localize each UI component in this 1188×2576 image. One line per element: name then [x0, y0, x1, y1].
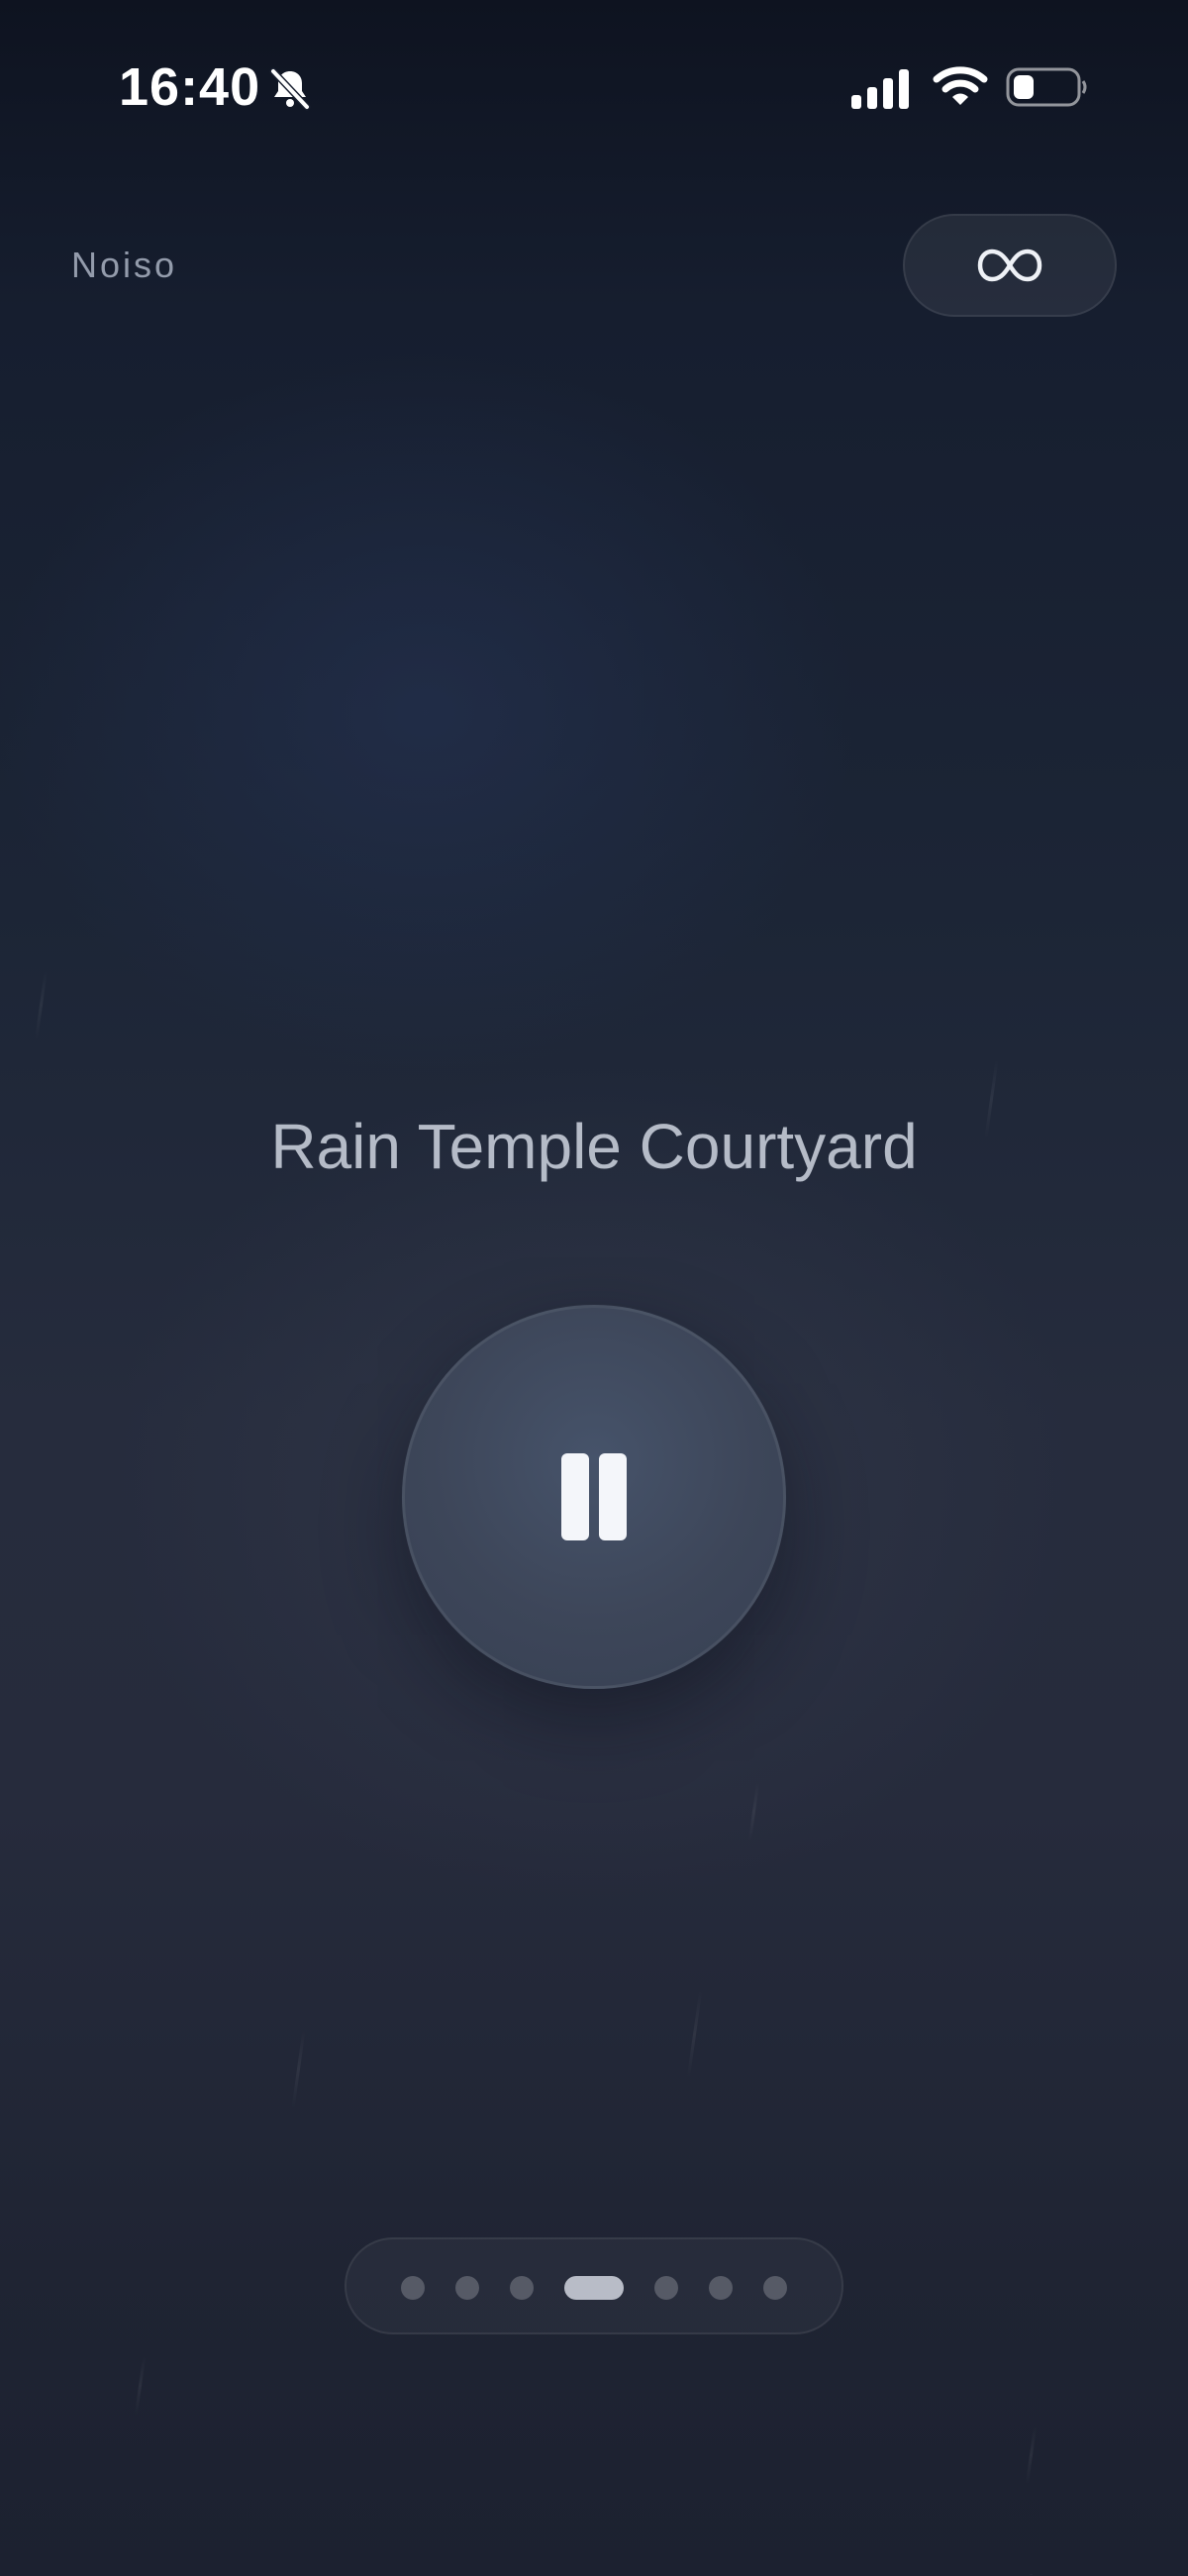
page-dot[interactable] — [654, 2276, 678, 2300]
page-dot[interactable] — [709, 2276, 733, 2300]
rain-streak — [1025, 2426, 1038, 2485]
play-pause-button[interactable] — [402, 1305, 786, 1689]
loop-button[interactable] — [903, 214, 1117, 317]
track-title: Rain Temple Courtyard — [270, 1111, 918, 1182]
page-dot[interactable] — [455, 2276, 479, 2300]
status-time: 16:40 — [119, 57, 261, 117]
bell-slash-icon — [269, 67, 311, 111]
pause-icon — [561, 1453, 627, 1540]
infinity-icon — [977, 248, 1042, 282]
rain-streak — [35, 970, 48, 1040]
battery-low-icon — [1006, 67, 1087, 107]
wifi-icon — [933, 66, 988, 105]
app-title: Noiso — [71, 245, 178, 285]
rain-streak — [747, 1782, 760, 1841]
page-dot[interactable] — [763, 2276, 787, 2300]
rain-streak — [686, 1990, 703, 2079]
status-bar: 16:40 — [0, 0, 1188, 178]
rain-streak — [1029, 2573, 1034, 2576]
rain-streak — [134, 2356, 147, 2416]
page-indicator — [345, 2237, 843, 2334]
page-dot-active[interactable] — [564, 2276, 624, 2300]
page-dot[interactable] — [401, 2276, 425, 2300]
rain-streak — [291, 2030, 306, 2109]
page-dot[interactable] — [510, 2276, 534, 2300]
cellular-signal-icon — [851, 69, 909, 109]
